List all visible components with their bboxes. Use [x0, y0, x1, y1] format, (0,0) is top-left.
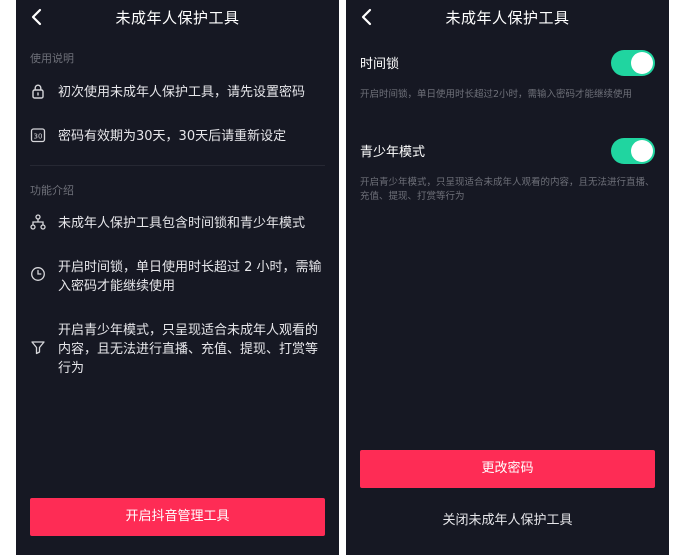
youth-mode-description: 开启青少年模式，只呈现适合未成年人观看的内容，且无法进行直播、充值、提现、打赏等… [360, 177, 655, 202]
svg-text:30: 30 [34, 133, 43, 141]
lock-icon [32, 84, 44, 99]
branch-icon [30, 214, 46, 230]
enable-tool-button[interactable]: 开启抖音管理工具 [30, 498, 325, 536]
usage-item-validity: 30 密码有效期为30天，30天后请重新设定 [30, 127, 325, 146]
feature-item-youth-mode: 开启青少年模式，只呈现适合未成年人观看的内容，且无法进行直播、充值、提现、打赏等… [30, 321, 325, 378]
feature-item-text: 未成年人保护工具包含时间锁和青少年模式 [58, 216, 306, 231]
top-bar: 未成年人保护工具 [16, 0, 339, 34]
clock-icon [31, 267, 45, 281]
page-title: 未成年人保护工具 [445, 9, 570, 27]
change-password-button[interactable]: 更改密码 [360, 450, 655, 488]
youth-mode-label: 青少年模式 [360, 145, 426, 160]
left-screen: 未成年人保护工具 使用说明 初次使用未成年人保护工具，请先设置密码 30 密码有… [16, 0, 339, 555]
top-bar: 未成年人保护工具 [346, 0, 669, 34]
usage-item-text: 密码有效期为30天，30天后请重新设定 [58, 129, 287, 144]
close-protection-link[interactable]: 关闭未成年人保护工具 [346, 509, 669, 528]
right-screen: 未成年人保护工具 时间锁 开启时间锁，单日使用时长超过2小时，需输入密码才能继续… [346, 0, 669, 555]
feature-item-time-lock: 开启时间锁，单日使用时长超过 2 小时，需输入密码才能继续使用 [30, 258, 325, 296]
feature-item-text: 开启时间锁，单日使用时长超过 2 小时，需输入密码才能继续使用 [58, 260, 322, 294]
feature-item-components: 未成年人保护工具包含时间锁和青少年模式 [30, 214, 325, 233]
youth-mode-toggle[interactable] [611, 138, 655, 164]
toggle-knob [631, 52, 653, 74]
time-lock-description: 开启时间锁，单日使用时长超过2小时，需输入密码才能继续使用 [360, 89, 633, 100]
toggle-knob [631, 140, 653, 162]
calendar-30-icon: 30 [30, 128, 46, 143]
usage-item-password: 初次使用未成年人保护工具，请先设置密码 [30, 83, 325, 102]
filter-icon [31, 341, 45, 355]
page-title: 未成年人保护工具 [115, 9, 240, 27]
usage-section-label: 使用说明 [30, 52, 74, 65]
section-divider [30, 165, 325, 166]
time-lock-label: 时间锁 [360, 57, 400, 72]
usage-item-text: 初次使用未成年人保护工具，请先设置密码 [58, 85, 306, 100]
time-lock-toggle[interactable] [611, 50, 655, 76]
feature-section-label: 功能介绍 [30, 184, 74, 197]
feature-item-text: 开启青少年模式，只呈现适合未成年人观看的内容，且无法进行直播、充值、提现、打赏等… [58, 323, 319, 376]
